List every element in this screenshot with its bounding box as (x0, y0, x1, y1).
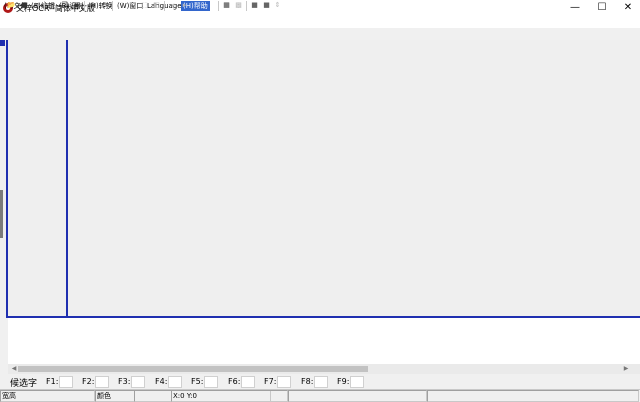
image-workspace[interactable] (0, 40, 640, 317)
select-table-icon[interactable]: ⬚ (140, 1, 149, 10)
cut-icon[interactable]: ✂ (48, 1, 57, 10)
select-column-icon[interactable]: ⬚ (128, 1, 137, 10)
minimize-button[interactable]: — (562, 0, 588, 16)
candidate-key-f1: F1: (46, 377, 59, 386)
status-coordinates: X:0 Y:0 (171, 390, 288, 402)
pane-splitter[interactable] (66, 40, 68, 318)
candidate-slot-f1[interactable] (59, 376, 73, 388)
zoom-out-icon[interactable]: ⊖ (100, 1, 109, 10)
candidate-key-f9: F9: (337, 377, 350, 386)
open-folder-icon[interactable]: 📂 (7, 1, 16, 10)
status-color: 颜色 (95, 390, 135, 402)
toolbar-separator (246, 1, 247, 11)
candidate-slot-f3[interactable] (131, 376, 145, 388)
candidate-slot-f6[interactable] (241, 376, 255, 388)
candidate-slot-f2[interactable] (95, 376, 109, 388)
status-size: 宽高 (0, 390, 95, 402)
candidate-key-f8: F8: (301, 377, 314, 386)
toolbar-separator (218, 1, 219, 11)
image-icon[interactable]: ▩ (234, 1, 243, 10)
candidate-slot-f8[interactable] (314, 376, 328, 388)
toolbar-separator (112, 1, 113, 11)
candidate-key-f6: F6: (228, 377, 241, 386)
candidate-slot-f9[interactable] (350, 376, 364, 388)
splitter-handle[interactable] (0, 190, 3, 238)
spin-icon[interactable]: ⇕ (273, 1, 282, 10)
workspace-marker (0, 40, 5, 46)
select-region-icon[interactable]: ⬚ (116, 1, 125, 10)
scroll-right-icon[interactable]: ▶ (622, 364, 630, 374)
block-icon[interactable]: ■ (250, 1, 259, 10)
status-panel-5 (427, 390, 639, 402)
maximize-button[interactable]: ☐ (589, 0, 615, 16)
copy-icon[interactable]: ❐ (60, 1, 69, 10)
text-result-pane[interactable] (8, 318, 640, 364)
scrollbar-thumb[interactable] (18, 366, 368, 372)
candidate-key-f7: F7: (264, 377, 277, 386)
zoom-in-icon[interactable]: ⊕ (88, 1, 97, 10)
candidate-label: 候选字 (10, 379, 38, 389)
next-icon[interactable]: ▸ (180, 1, 189, 10)
toolbar-separator (44, 1, 45, 11)
candidate-key-f3: F3: (118, 377, 131, 386)
window-icon[interactable]: ▦ (222, 1, 231, 10)
toolbar-separator (84, 1, 85, 11)
save-icon[interactable]: ■ (20, 1, 29, 10)
candidate-key-f5: F5: (191, 377, 204, 386)
candidate-slot-f5[interactable] (204, 376, 218, 388)
scroll-left-icon[interactable]: ◀ (10, 364, 18, 374)
toolbar-separator (164, 1, 165, 11)
scan-icon[interactable]: ≋ (32, 1, 41, 10)
paste-icon[interactable]: ▣ (72, 1, 81, 10)
recognize-icon[interactable]: ◧ (152, 1, 161, 10)
candidate-key-f2: F2: (82, 377, 95, 386)
prev-icon[interactable]: ◂ (168, 1, 177, 10)
menu-bar (0, 16, 640, 28)
status-panel-4 (288, 390, 427, 402)
close-button[interactable]: ✕ (615, 0, 640, 16)
candidate-key-f4: F4: (155, 377, 168, 386)
workspace-left-border (6, 40, 8, 318)
candidate-slot-f7[interactable] (277, 376, 291, 388)
block2-icon[interactable]: ■ (262, 1, 271, 10)
candidate-slot-f4[interactable] (168, 376, 182, 388)
